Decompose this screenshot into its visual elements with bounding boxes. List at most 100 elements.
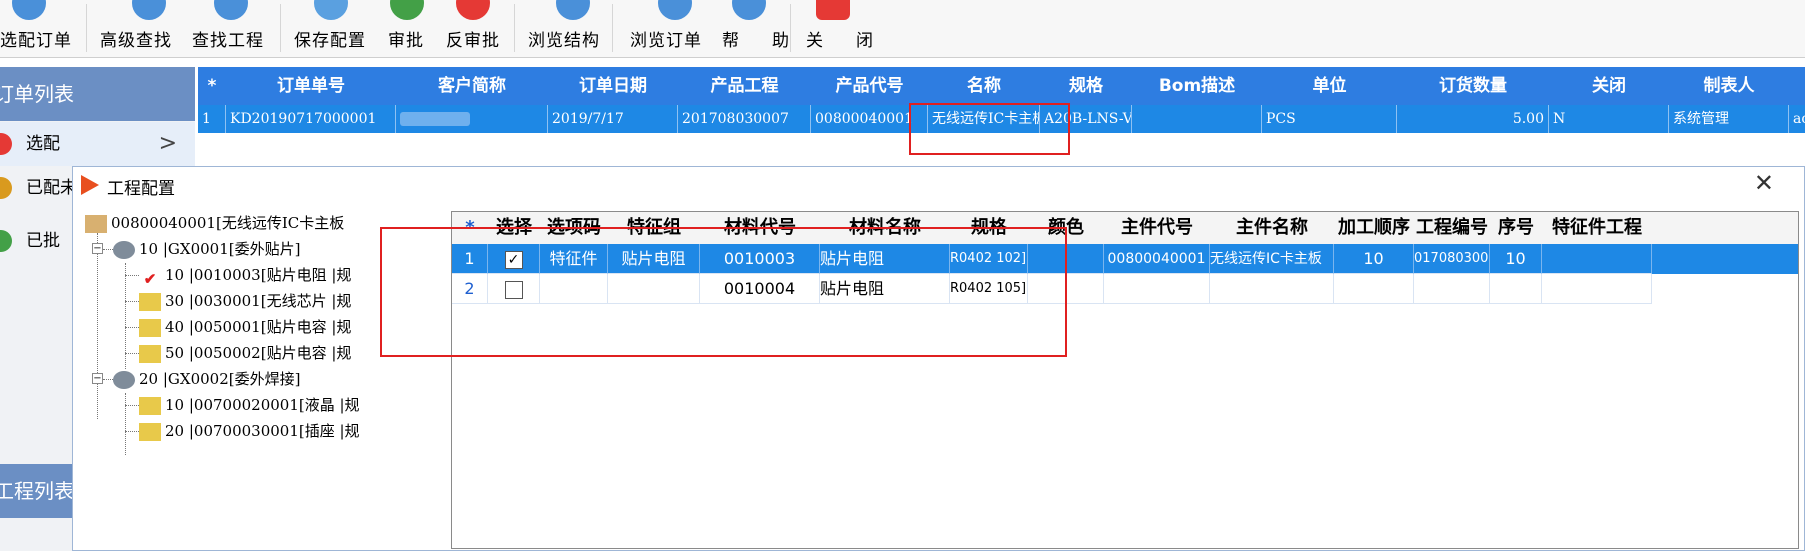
order-list-title: 订单列表 xyxy=(0,82,74,106)
save-icon xyxy=(314,0,348,20)
select-order-label: 选配订单 xyxy=(0,31,72,51)
browse-order-label: 浏览订单 xyxy=(630,31,702,51)
cell-process-seq[interactable] xyxy=(1334,274,1414,304)
redacted-customer xyxy=(400,112,470,126)
tree-leaf[interactable]: 50 |0050002[贴片电容 |规 xyxy=(139,341,351,365)
col-creator[interactable]: 制表人 xyxy=(1669,67,1789,105)
find-project-icon xyxy=(214,0,248,20)
checkmark-icon: ✔ xyxy=(143,270,157,288)
part-icon xyxy=(139,423,161,441)
part-icon xyxy=(139,319,161,337)
part-icon xyxy=(139,345,161,363)
tree-leaf[interactable]: 40 |0050001[贴片电容 |规 xyxy=(139,315,351,339)
tree-root-label: 00800040001[无线远传IC卡主板 xyxy=(111,214,345,232)
cell-process-seq[interactable]: 10 xyxy=(1334,244,1414,274)
tree-leaf[interactable]: 30 |0030001[无线芯片 |规 xyxy=(139,289,351,313)
help-icon xyxy=(732,0,766,20)
browse-structure-icon xyxy=(556,0,590,20)
cell-project-no[interactable] xyxy=(1414,274,1490,304)
approve-icon xyxy=(390,0,424,20)
tree-leaf[interactable]: ✔ 10 |0010003[贴片电阻 |规 xyxy=(139,263,352,288)
close-app-label: 关 闭 xyxy=(806,31,881,51)
col-process-seq[interactable]: 加工顺序 xyxy=(1334,212,1414,244)
col-order-date[interactable]: 订单日期 xyxy=(548,67,678,105)
cell-creator[interactable]: 系统管理 xyxy=(1669,105,1789,133)
wrench-icon xyxy=(113,371,135,389)
cell-order-no[interactable]: KD20190717000001 xyxy=(226,105,396,133)
tree-leaf-label: 30 |0030001[无线芯片 |规 xyxy=(165,292,352,310)
cell-closed[interactable]: N xyxy=(1549,105,1669,133)
cell-main-name[interactable] xyxy=(1210,274,1334,304)
col-order-no[interactable]: 订单单号 xyxy=(226,67,396,105)
part-icon xyxy=(139,293,161,311)
cell-seq-no[interactable] xyxy=(1490,274,1542,304)
col-name[interactable]: 名称 xyxy=(928,67,1040,105)
nav-item-configured-label: 已配未 xyxy=(26,178,77,198)
tree-leaf-label: 10 |00700020001[液晶 |规 xyxy=(165,396,360,414)
close-app-icon xyxy=(816,0,850,20)
col-project-no[interactable]: 工程编号 xyxy=(1414,212,1490,244)
tree-group-1[interactable]: 10 |GX0001[委外贴片] xyxy=(113,237,300,261)
cell-customer[interactable] xyxy=(396,105,548,133)
cell-main-code[interactable] xyxy=(1104,274,1210,304)
nav-item-select[interactable]: 选配 > xyxy=(0,122,195,166)
tree-group-1-label: 10 |GX0001[委外贴片] xyxy=(139,240,301,258)
close-icon[interactable]: ✕ xyxy=(1754,169,1774,197)
tree-leaf[interactable]: 10 |00700020001[液晶 |规 xyxy=(139,393,360,417)
error-icon xyxy=(0,133,12,155)
cell-seq-no[interactable]: 10 xyxy=(1490,244,1542,274)
cell-qty[interactable]: 5.00 xyxy=(1397,105,1549,133)
cell-overflow[interactable]: ac xyxy=(1789,105,1805,133)
col-main-code[interactable]: 主件代号 xyxy=(1104,212,1210,244)
highlight-product-code xyxy=(909,103,1070,155)
col-feature-project[interactable]: 特征件工程 xyxy=(1542,212,1652,244)
col-qty[interactable]: 订货数量 xyxy=(1397,67,1549,105)
project-list-title: 工程列表 xyxy=(0,479,74,503)
approved-icon xyxy=(0,230,12,252)
col-main-name[interactable]: 主件名称 xyxy=(1210,212,1334,244)
cell-feature-project[interactable] xyxy=(1542,274,1652,304)
cell-main-code[interactable]: 00800040001 xyxy=(1104,244,1210,274)
order-grid-header: * 订单单号 客户简称 订单日期 产品工程 产品代号 名称 规格 Bom描述 单… xyxy=(198,67,1805,105)
cell-unit[interactable]: PCS xyxy=(1262,105,1397,133)
row-number: 1 xyxy=(198,105,226,133)
tree-leaf-label: 20 |00700030001[插座 |规 xyxy=(165,422,360,440)
nav-item-select-label: 选配 xyxy=(26,134,60,154)
advanced-search-label: 高级查找 xyxy=(100,31,172,51)
part-icon xyxy=(139,397,161,415)
unapprove-label: 反审批 xyxy=(446,31,500,51)
col-spec[interactable]: 规格 xyxy=(1040,67,1132,105)
product-icon xyxy=(85,215,107,233)
advanced-search-icon xyxy=(132,0,166,20)
col-unit[interactable]: 单位 xyxy=(1262,67,1397,105)
cell-bom-desc[interactable] xyxy=(1132,105,1262,133)
tree-root[interactable]: 00800040001[无线远传IC卡主板 xyxy=(85,211,344,235)
col-closed[interactable]: 关闭 xyxy=(1549,67,1669,105)
col-product-project[interactable]: 产品工程 xyxy=(678,67,811,105)
tree-group-2-label: 20 |GX0002[委外焊接] xyxy=(139,370,301,388)
pending-icon xyxy=(0,177,12,199)
collapse-icon[interactable]: − xyxy=(92,243,103,254)
cell-feature-project[interactable] xyxy=(1542,244,1652,274)
browse-structure-label: 浏览结构 xyxy=(528,31,600,51)
tree-leaf-label: 50 |0050002[贴片电容 |规 xyxy=(165,344,352,362)
chevron-right-icon: > xyxy=(158,131,177,156)
cell-order-date[interactable]: 2019/7/17 xyxy=(548,105,678,133)
tree-group-2[interactable]: 20 |GX0002[委外焊接] xyxy=(113,367,300,391)
tree-leaf-label: 10 |0010003[贴片电阻 |规 xyxy=(165,266,352,284)
collapse-icon[interactable]: − xyxy=(92,373,103,384)
wrench-icon xyxy=(113,241,135,259)
dialog-title: 工程配置 xyxy=(107,179,175,199)
col-bom-desc[interactable]: Bom描述 xyxy=(1132,67,1262,105)
toolbar: 选配订单 高级查找 查找工程 保存配置 审批 反审批 浏览结构 浏览订单 帮 助… xyxy=(0,0,1805,58)
col-customer[interactable]: 客户简称 xyxy=(396,67,548,105)
app-logo-icon xyxy=(81,175,99,195)
cell-project-no[interactable]: 0170803000 xyxy=(1414,244,1490,274)
order-list-header[interactable]: 订单列表 xyxy=(0,67,195,121)
nav-item-approved-label: 已批 xyxy=(26,231,60,251)
cell-main-name[interactable]: 无线远传IC卡主板 xyxy=(1210,244,1334,274)
tree-leaf[interactable]: 20 |00700030001[插座 |规 xyxy=(139,419,360,443)
col-product-code[interactable]: 产品代号 xyxy=(811,67,928,105)
col-seq-no[interactable]: 序号 xyxy=(1490,212,1542,244)
cell-product-project[interactable]: 201708030007 xyxy=(678,105,811,133)
